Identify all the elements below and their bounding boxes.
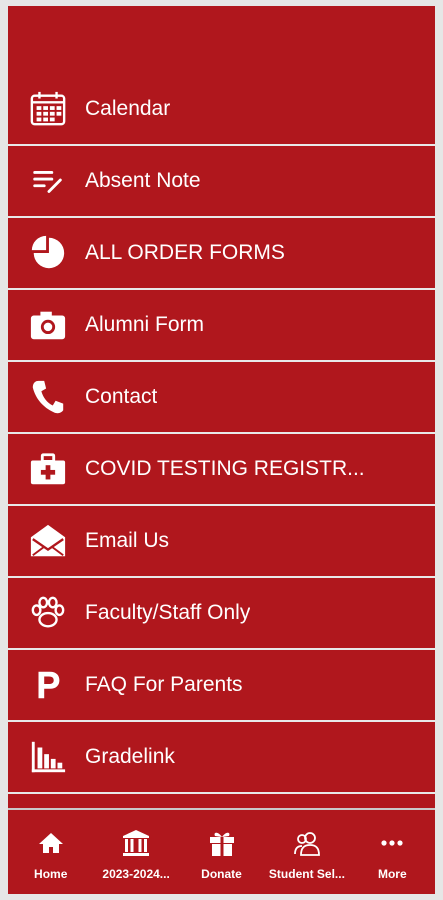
bank-building-icon	[121, 828, 151, 863]
menu-item-gradelink[interactable]: Gradelink	[8, 722, 435, 794]
menu-item-label: ALL ORDER FORMS	[85, 241, 285, 264]
paw-icon	[28, 593, 68, 633]
menu-item-label: COVID TESTING REGISTR...	[85, 457, 365, 480]
bottom-tab-bar: Home 2023-2024... Donate Student Sel... …	[8, 808, 435, 894]
envelope-icon	[28, 521, 68, 561]
menu-item-label: Absent Note	[85, 169, 201, 192]
menu-item-label: Contact	[85, 385, 158, 408]
tab-home[interactable]: Home	[8, 810, 93, 894]
users-icon	[292, 828, 322, 863]
tab-more[interactable]: More	[350, 810, 435, 894]
tab-label: More	[377, 867, 407, 881]
note-edit-icon	[28, 161, 68, 201]
medical-kit-icon	[28, 449, 68, 489]
pie-chart-icon	[28, 233, 68, 273]
bar-chart-icon	[28, 737, 68, 777]
menu-item-label: Gradelink	[85, 745, 175, 768]
menu-item-faculty-staff-only[interactable]: Faculty/Staff Only	[8, 578, 435, 650]
gift-icon	[207, 828, 237, 863]
menu-item-calendar[interactable]: Calendar	[8, 74, 435, 146]
phone-icon	[28, 377, 68, 417]
menu-item-faq-for-parents[interactable]: FAQ For Parents	[8, 650, 435, 722]
menu-list: Calendar Absent Note ALL ORDER FORMS Alu…	[8, 74, 435, 794]
tab-label: Home	[34, 867, 68, 881]
menu-item-alumni-form[interactable]: Alumni Form	[8, 290, 435, 362]
calendar-icon	[28, 89, 68, 129]
tab-student-sel[interactable]: Student Sel...	[264, 810, 349, 894]
more-dots-icon	[377, 828, 407, 863]
menu-item-absent-note[interactable]: Absent Note	[8, 146, 435, 218]
tab-label: Student Sel...	[268, 867, 345, 881]
menu-item-all-order-forms[interactable]: ALL ORDER FORMS	[8, 218, 435, 290]
app-screen: Calendar Absent Note ALL ORDER FORMS Alu…	[8, 6, 435, 894]
tab-2023-2024[interactable]: 2023-2024...	[93, 810, 178, 894]
menu-item-label: FAQ For Parents	[85, 673, 243, 696]
menu-item-label: Faculty/Staff Only	[85, 601, 251, 624]
tab-label: Donate	[201, 867, 242, 881]
parking-icon	[28, 665, 68, 705]
menu-item-label: Alumni Form	[85, 313, 205, 336]
menu-item-label: Email Us	[85, 529, 170, 552]
tab-label: 2023-2024...	[102, 867, 170, 881]
tab-donate[interactable]: Donate	[179, 810, 264, 894]
menu-item-label: Calendar	[85, 97, 171, 120]
menu-item-contact[interactable]: Contact	[8, 362, 435, 434]
camera-icon	[28, 305, 68, 345]
home-icon	[36, 828, 66, 863]
menu-item-covid-testing[interactable]: COVID TESTING REGISTR...	[8, 434, 435, 506]
menu-item-email-us[interactable]: Email Us	[8, 506, 435, 578]
